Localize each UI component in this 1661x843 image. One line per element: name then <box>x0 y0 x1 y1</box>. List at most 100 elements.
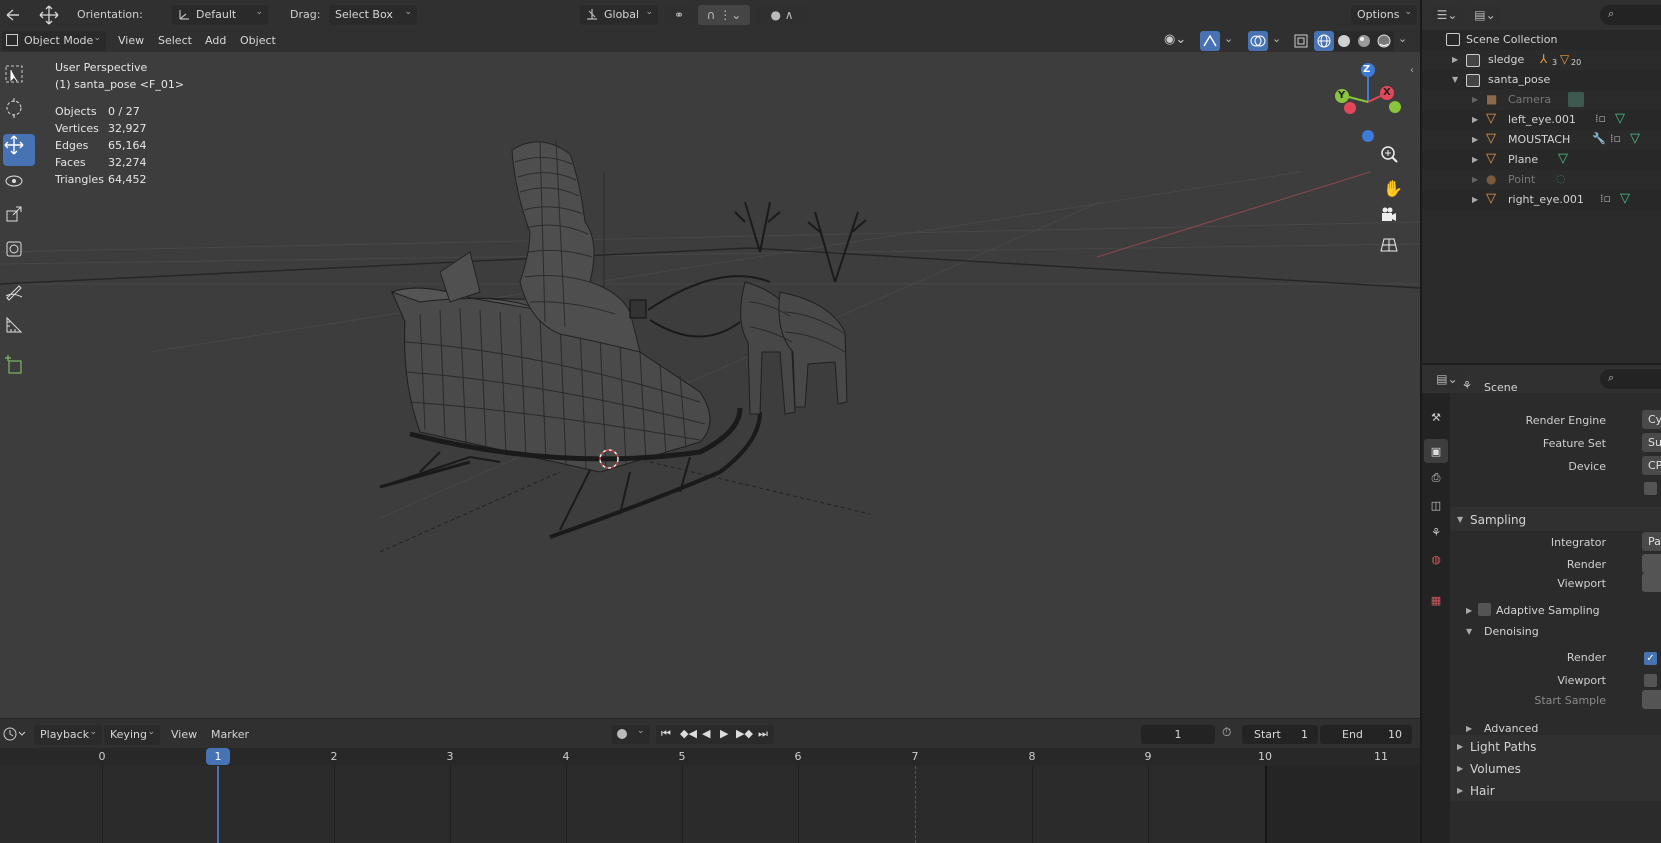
expand-arrow-icon[interactable]: ▶ <box>1472 195 1478 204</box>
keying-menu[interactable]: Keying ⌄ <box>104 725 160 745</box>
display-mode-button[interactable]: ▤⌄ <box>1470 5 1500 25</box>
outliner-row-camera[interactable]: ▶ ■ Camera <box>1422 90 1661 110</box>
xray-toggle-button[interactable] <box>1292 32 1310 50</box>
integrator-dropdown[interactable]: Pat <box>1642 532 1661 551</box>
start-frame-field[interactable]: Start 1 <box>1242 725 1318 744</box>
jump-start-icon[interactable]: ⏮ <box>661 727 671 741</box>
advanced-label[interactable]: Advanced <box>1484 722 1538 735</box>
measure-tool[interactable] <box>3 314 35 346</box>
proportional-edit-button[interactable]: ● ∧ <box>756 5 808 25</box>
expand-arrow-icon[interactable]: ▶ <box>1452 55 1458 64</box>
adaptive-sampling-checkbox[interactable] <box>1478 603 1491 616</box>
menu-object[interactable]: Object <box>240 34 276 47</box>
render-tab[interactable]: ▣ <box>1424 439 1448 463</box>
expand-arrow-icon[interactable]: ▶ <box>1472 115 1478 124</box>
transform-tool[interactable] <box>3 238 35 270</box>
output-tab[interactable]: ⎙ <box>1424 466 1448 490</box>
pan-button[interactable]: ✋ <box>1380 175 1406 201</box>
material-shading-button[interactable] <box>1354 31 1374 51</box>
properties-search-input[interactable]: ⌕ <box>1600 369 1661 389</box>
move-tool[interactable] <box>3 134 35 166</box>
transform-orientation-dropdown[interactable]: Global ⌄ <box>580 5 658 25</box>
jump-end-icon[interactable]: ⏭ <box>758 727 768 741</box>
stopwatch-icon[interactable]: ⏱ <box>1222 725 1231 740</box>
add-cube-tool[interactable] <box>3 353 35 385</box>
rotate-tool[interactable] <box>3 170 35 202</box>
playhead-line[interactable] <box>217 766 219 843</box>
expand-arrow-icon[interactable]: ▶ <box>1466 724 1472 733</box>
orientation-dropdown[interactable]: Default ⌄ <box>172 5 268 25</box>
light-paths-panel-header[interactable]: ▶ Light Paths <box>1450 735 1661 757</box>
rendered-shading-button[interactable] <box>1374 31 1394 51</box>
mode-dropdown[interactable]: Object Mode ⌄ <box>2 31 106 51</box>
auto-keying-button[interactable]: ⌄ <box>612 725 650 744</box>
outliner-row-plane[interactable]: ▶ ▽ Plane ▽ <box>1422 150 1661 170</box>
select-box-tool[interactable] <box>3 63 35 95</box>
next-keyframe-icon[interactable]: ▶◆ <box>736 727 753 740</box>
outliner-row-santa-pose[interactable]: ▼ santa_pose <box>1422 70 1661 90</box>
menu-select[interactable]: Select <box>158 34 192 47</box>
scale-tool[interactable] <box>3 203 35 235</box>
texture-tab[interactable]: ▦ <box>1424 588 1448 612</box>
start-sample-field[interactable] <box>1642 690 1661 709</box>
outliner-row-scene-collection[interactable]: Scene Collection <box>1422 30 1661 50</box>
outliner-row-sledge[interactable]: ▶ sledge ⅄ 3 ▽ 20 <box>1422 50 1661 70</box>
expand-arrow-icon[interactable]: ▶ <box>1472 175 1478 184</box>
hair-panel-header[interactable]: ▶ Hair <box>1450 779 1661 801</box>
move-tool-icon[interactable] <box>38 4 60 26</box>
outliner-row-point[interactable]: ▶ ● Point ◌ <box>1422 170 1661 190</box>
expand-arrow-icon[interactable]: ▶ <box>1472 135 1478 144</box>
properties-editor-type-button[interactable]: ▤⌄ <box>1432 369 1462 389</box>
outliner-search-input[interactable]: ⌕ <box>1600 5 1661 25</box>
menu-view[interactable]: View <box>118 34 144 47</box>
timeline-ruler[interactable]: 0 1 2 3 4 5 6 7 8 9 10 11 <box>0 748 1420 766</box>
device-dropdown[interactable]: CPU <box>1642 456 1661 475</box>
collapse-arrow-icon[interactable]: ▼ <box>1466 627 1472 636</box>
outliner-editor-type-button[interactable]: ☰⌄ <box>1432 5 1462 25</box>
play-reverse-icon[interactable]: ◀ <box>702 727 710 740</box>
outliner-row-moustach[interactable]: ▶ ▽ MOUSTACH 🔧 ⁞▫ ▽ <box>1422 130 1661 150</box>
drag-dropdown[interactable]: Select Box ⌄ <box>329 5 417 25</box>
solid-shading-button[interactable] <box>1334 31 1354 51</box>
gizmo-toggle-button[interactable] <box>1200 31 1220 51</box>
play-icon[interactable]: ▶ <box>720 727 728 740</box>
outliner-row-right-eye[interactable]: ▶ ▽ right_eye.001 ⁞▫ ▽ <box>1422 190 1661 210</box>
timeline-editor-type-button[interactable] <box>2 725 28 743</box>
zoom-button[interactable] <box>1380 145 1406 171</box>
collapse-arrow-icon[interactable]: ▼ <box>1452 75 1458 84</box>
timeline-menu-marker[interactable]: Marker <box>211 728 249 741</box>
view-layer-tab[interactable]: ◫ <box>1424 493 1448 517</box>
options-dropdown[interactable]: Options ⌄ <box>1351 5 1417 25</box>
sidebar-expand-icon[interactable]: ‹ <box>1410 65 1414 76</box>
3d-viewport[interactable]: Z Y X User Perspective (1) santa_pose <F… <box>0 52 1420 718</box>
viewport-samples-field[interactable] <box>1642 573 1661 592</box>
editor-type-button[interactable] <box>4 6 26 24</box>
expand-arrow-icon[interactable]: ▶ <box>1466 606 1472 615</box>
wireframe-shading-button[interactable] <box>1314 31 1334 51</box>
current-frame-field[interactable]: 1 <box>1141 725 1215 744</box>
denoise-render-checkbox[interactable]: ✓ <box>1644 652 1657 665</box>
render-engine-dropdown[interactable]: Cy <box>1642 410 1661 429</box>
timeline-menu-view[interactable]: View <box>171 728 197 741</box>
scene-tab[interactable]: ⚘ <box>1424 520 1448 544</box>
annotate-tool[interactable] <box>3 280 35 312</box>
expand-arrow-icon[interactable]: ▶ <box>1472 155 1478 164</box>
chevron-down-icon[interactable]: ⌄ <box>1224 32 1233 45</box>
chevron-down-icon[interactable]: ⌄ <box>1272 32 1281 45</box>
outliner-row-left-eye[interactable]: ▶ ▽ left_eye.001 ⁞▫ ▽ <box>1422 110 1661 130</box>
cursor-tool[interactable] <box>3 97 35 129</box>
open-shading-checkbox[interactable] <box>1644 482 1657 495</box>
camera-view-button[interactable] <box>1380 206 1406 232</box>
volumes-panel-header[interactable]: ▶ Volumes <box>1450 757 1661 779</box>
prev-keyframe-icon[interactable]: ◆◀ <box>680 727 697 740</box>
pivot-point-button[interactable]: ⚭ <box>664 5 694 25</box>
perspective-toggle-button[interactable] <box>1380 236 1406 262</box>
snap-button[interactable]: ∩ ⋮⌄ <box>698 5 750 25</box>
overlays-toggle-button[interactable] <box>1248 31 1268 51</box>
tool-tab[interactable]: ⚒ <box>1424 405 1448 429</box>
end-frame-field[interactable]: End 10 <box>1320 725 1412 744</box>
expand-arrow-icon[interactable]: ▶ <box>1472 95 1478 104</box>
world-tab[interactable]: ◍ <box>1424 547 1448 571</box>
playback-menu[interactable]: Playback ⌄ <box>34 725 102 745</box>
render-samples-field[interactable] <box>1642 554 1661 573</box>
